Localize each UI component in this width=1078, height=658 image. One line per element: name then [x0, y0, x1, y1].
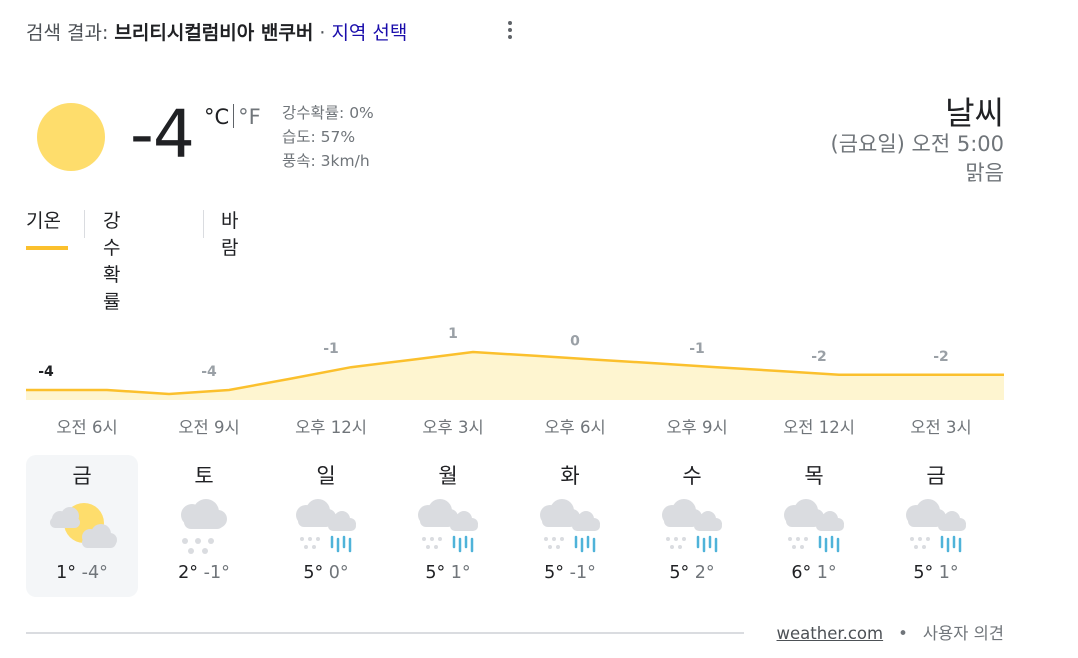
- day-name: 일: [316, 464, 336, 488]
- chart-data-label: -1: [323, 341, 339, 357]
- unit-fahrenheit-button[interactable]: °F: [238, 105, 261, 129]
- more-options-icon[interactable]: [500, 18, 520, 44]
- tab-divider: [84, 210, 85, 238]
- weather-datetime: (금요일) 오전 5:00: [830, 132, 1005, 156]
- chart-data-label: -4: [38, 364, 54, 380]
- day-low: 1°: [450, 563, 471, 583]
- chart-data-label: 0: [570, 334, 580, 350]
- chart-data-label: -2: [933, 349, 949, 365]
- tab-wind-label: 바람: [221, 210, 239, 259]
- day-high: 5°: [913, 563, 934, 583]
- source-link[interactable]: weather.com: [777, 624, 884, 643]
- weather-condition: 맑음: [965, 161, 1004, 185]
- day-high: 1°: [56, 563, 77, 583]
- footer: weather.com • 사용자 의견: [777, 620, 1004, 644]
- day-temps: 5° 1°: [392, 563, 504, 583]
- sun-icon: [37, 103, 105, 171]
- hour-tick-label: 오후 9시: [666, 418, 728, 437]
- weather-summary: (금요일) 오전 5:00 맑음: [831, 130, 1005, 188]
- hour-tick-label: 오전 9시: [178, 418, 240, 437]
- day-temps: 5° 0°: [270, 563, 382, 583]
- select-region-link[interactable]: 지역 선택: [331, 22, 407, 44]
- hour-tick-label: 오후 3시: [422, 418, 484, 437]
- hour-tick-label: 오후 12시: [295, 418, 367, 437]
- chart-data-label: -2: [811, 349, 827, 365]
- day-forecast-2[interactable]: 일 5° 0°: [270, 455, 382, 597]
- footer-dot: •: [898, 624, 908, 643]
- hour-tick-label: 오후 6시: [544, 418, 606, 437]
- day-name: 토: [194, 464, 214, 488]
- tab-divider: [203, 210, 204, 238]
- day-forecast-3[interactable]: 월 5° 1°: [392, 455, 504, 597]
- header-separator: ·: [313, 22, 332, 44]
- day-forecast-4[interactable]: 화 5° -1°: [514, 455, 626, 597]
- day-low: 1°: [938, 563, 959, 583]
- day-forecast-5[interactable]: 수 5° 2°: [636, 455, 748, 597]
- day-low: 0°: [328, 563, 349, 583]
- day-name: 금: [72, 464, 92, 488]
- tab-temperature-label: 기온: [26, 210, 61, 232]
- day-low: -4°: [81, 563, 108, 583]
- tab-precipitation[interactable]: 강수확률: [103, 206, 120, 313]
- day-high: 5°: [544, 563, 565, 583]
- wind-text: 풍속: 3km/h: [282, 152, 370, 170]
- day-high: 5°: [669, 563, 690, 583]
- current-temperature: -4: [130, 96, 195, 173]
- day-high: 2°: [178, 563, 199, 583]
- unit-celsius-button[interactable]: °C: [204, 105, 229, 129]
- humidity-text: 습도: 57%: [282, 128, 356, 146]
- day-forecast-1[interactable]: 토 2° -1°: [148, 455, 260, 597]
- day-temps: 2° -1°: [148, 563, 260, 583]
- day-low: -1°: [569, 563, 596, 583]
- header-prefix: 검색 결과:: [26, 22, 115, 44]
- chart-data-label: 1: [448, 326, 458, 342]
- day-temps: 1° -4°: [26, 563, 138, 583]
- day-low: 2°: [694, 563, 715, 583]
- current-details: 강수확률: 0% 습도: 57% 풍속: 3km/h: [282, 101, 374, 173]
- footer-divider: [26, 632, 744, 634]
- day-temps: 5° -1°: [514, 563, 626, 583]
- hour-tick-label: 오전 3시: [910, 418, 972, 437]
- feedback-link[interactable]: 사용자 의견: [923, 624, 1004, 643]
- hour-tick-label: 오전 6시: [56, 418, 118, 437]
- unit-divider: [233, 104, 235, 128]
- location-name: 브리티시컬럼비아 밴쿠버: [114, 22, 314, 44]
- chart-data-label: -1: [689, 341, 705, 357]
- day-name: 목: [804, 464, 824, 488]
- day-low: 1°: [816, 563, 837, 583]
- day-high: 5°: [303, 563, 324, 583]
- day-high: 5°: [425, 563, 446, 583]
- day-name: 수: [682, 464, 702, 488]
- weather-title: 날씨: [945, 94, 1004, 132]
- day-temps: 5° 1°: [880, 563, 992, 583]
- day-temps: 5° 2°: [636, 563, 748, 583]
- tab-temperature[interactable]: 기온: [26, 206, 68, 250]
- day-name: 금: [926, 464, 946, 488]
- day-temps: 6° 1°: [758, 563, 870, 583]
- tab-wind[interactable]: 바람: [221, 206, 238, 259]
- daily-forecast: 금 1° -4° 토 2° -1° 일 5° 0° 월 5° 1° 화 5° -1° 수 …: [26, 455, 1004, 597]
- precipitation-text: 강수확률: 0%: [282, 104, 374, 122]
- day-forecast-0[interactable]: 금 1° -4°: [26, 455, 138, 597]
- temperature-chart: -4 -4 -1 1 0 -1 -2 -2: [26, 326, 1004, 400]
- day-name: 월: [438, 464, 458, 488]
- day-forecast-7[interactable]: 금 5° 1°: [880, 455, 992, 597]
- search-header: 검색 결과: 브리티시컬럼비아 밴쿠버 · 지역 선택: [26, 18, 407, 45]
- unit-switcher: °C °F: [204, 104, 261, 129]
- hour-axis: 오전 6시 오전 9시 오후 12시 오후 3시 오후 6시 오후 9시 오전 12시 오전 …: [26, 414, 1004, 440]
- tab-precipitation-label: 강수확률: [103, 210, 121, 313]
- chart-data-label: -4: [201, 364, 217, 380]
- day-name: 화: [560, 464, 580, 488]
- day-high: 6°: [791, 563, 812, 583]
- day-low: -1°: [203, 563, 230, 583]
- day-forecast-6[interactable]: 목 6° 1°: [758, 455, 870, 597]
- hour-tick-label: 오전 12시: [783, 418, 855, 437]
